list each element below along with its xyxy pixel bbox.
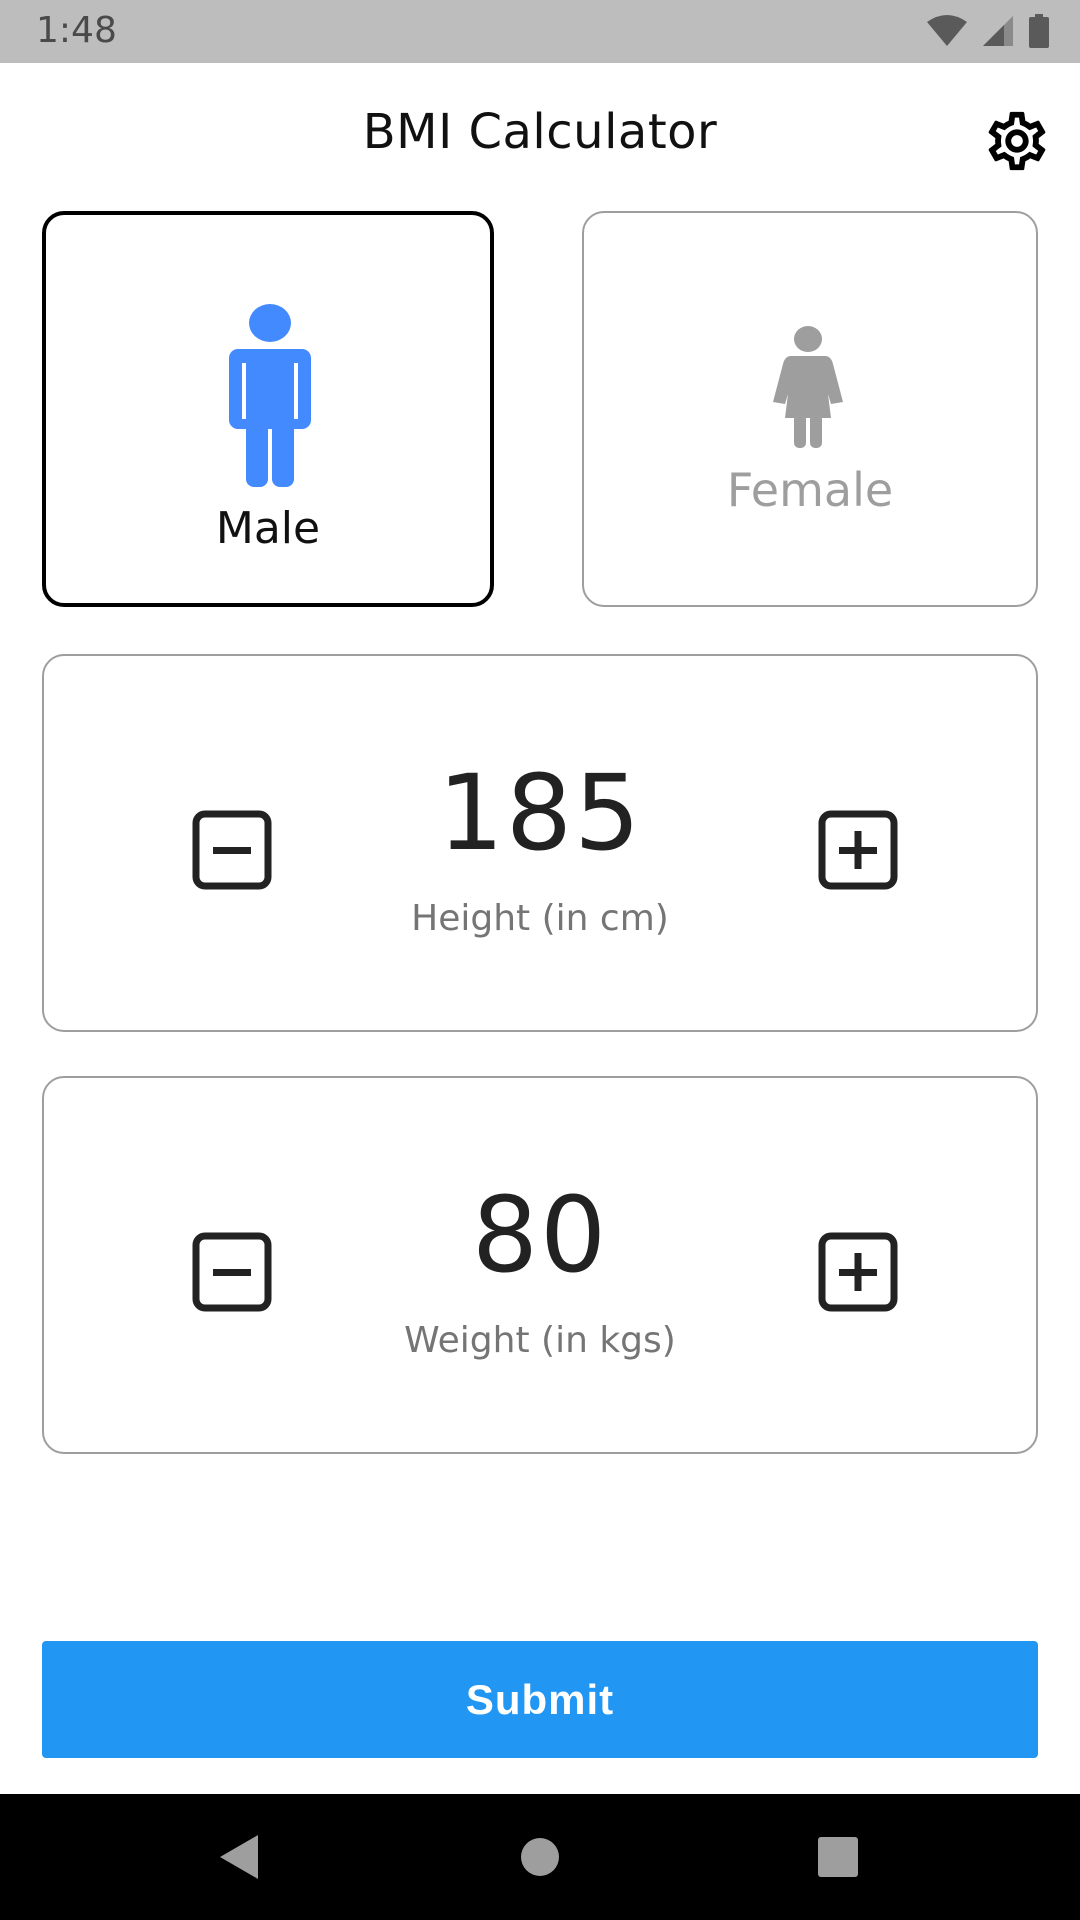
- status-bar: 1:48: [0, 0, 1080, 63]
- status-time: 1:48: [36, 10, 117, 51]
- plus-box-icon: [818, 1232, 898, 1312]
- weight-card: 80 Weight (in kgs): [42, 1076, 1038, 1454]
- recents-square-icon: [818, 1837, 858, 1877]
- weight-increment-button[interactable]: [818, 1232, 898, 1312]
- cellular-signal-icon: [983, 16, 1013, 46]
- battery-icon: [1029, 14, 1049, 48]
- female-icon: [773, 326, 843, 448]
- plus-box-icon: [818, 810, 898, 890]
- home-circle-icon: [521, 1838, 559, 1876]
- home-button[interactable]: [514, 1831, 566, 1883]
- back-triangle-icon: [220, 1835, 258, 1879]
- submit-button[interactable]: Submit: [42, 1641, 1038, 1758]
- back-button[interactable]: [214, 1831, 266, 1883]
- navigation-bar: [0, 1794, 1080, 1920]
- height-card: 185 Height (in cm): [42, 654, 1038, 1032]
- gear-icon: [988, 111, 1046, 171]
- male-label: Male: [215, 503, 321, 554]
- height-increment-button[interactable]: [818, 810, 898, 890]
- male-option-card[interactable]: Male: [42, 211, 494, 607]
- female-label: Female: [726, 463, 894, 517]
- wifi-icon: [927, 15, 967, 46]
- status-icons: [926, 14, 1050, 48]
- height-label: Height (in cm): [411, 898, 669, 939]
- male-icon: [229, 304, 311, 487]
- female-option-card[interactable]: Female: [582, 211, 1038, 607]
- weight-label: Weight (in kgs): [404, 1320, 676, 1361]
- page-title: BMI Calculator: [362, 104, 718, 160]
- settings-button[interactable]: [982, 106, 1052, 176]
- recents-button[interactable]: [812, 1831, 864, 1883]
